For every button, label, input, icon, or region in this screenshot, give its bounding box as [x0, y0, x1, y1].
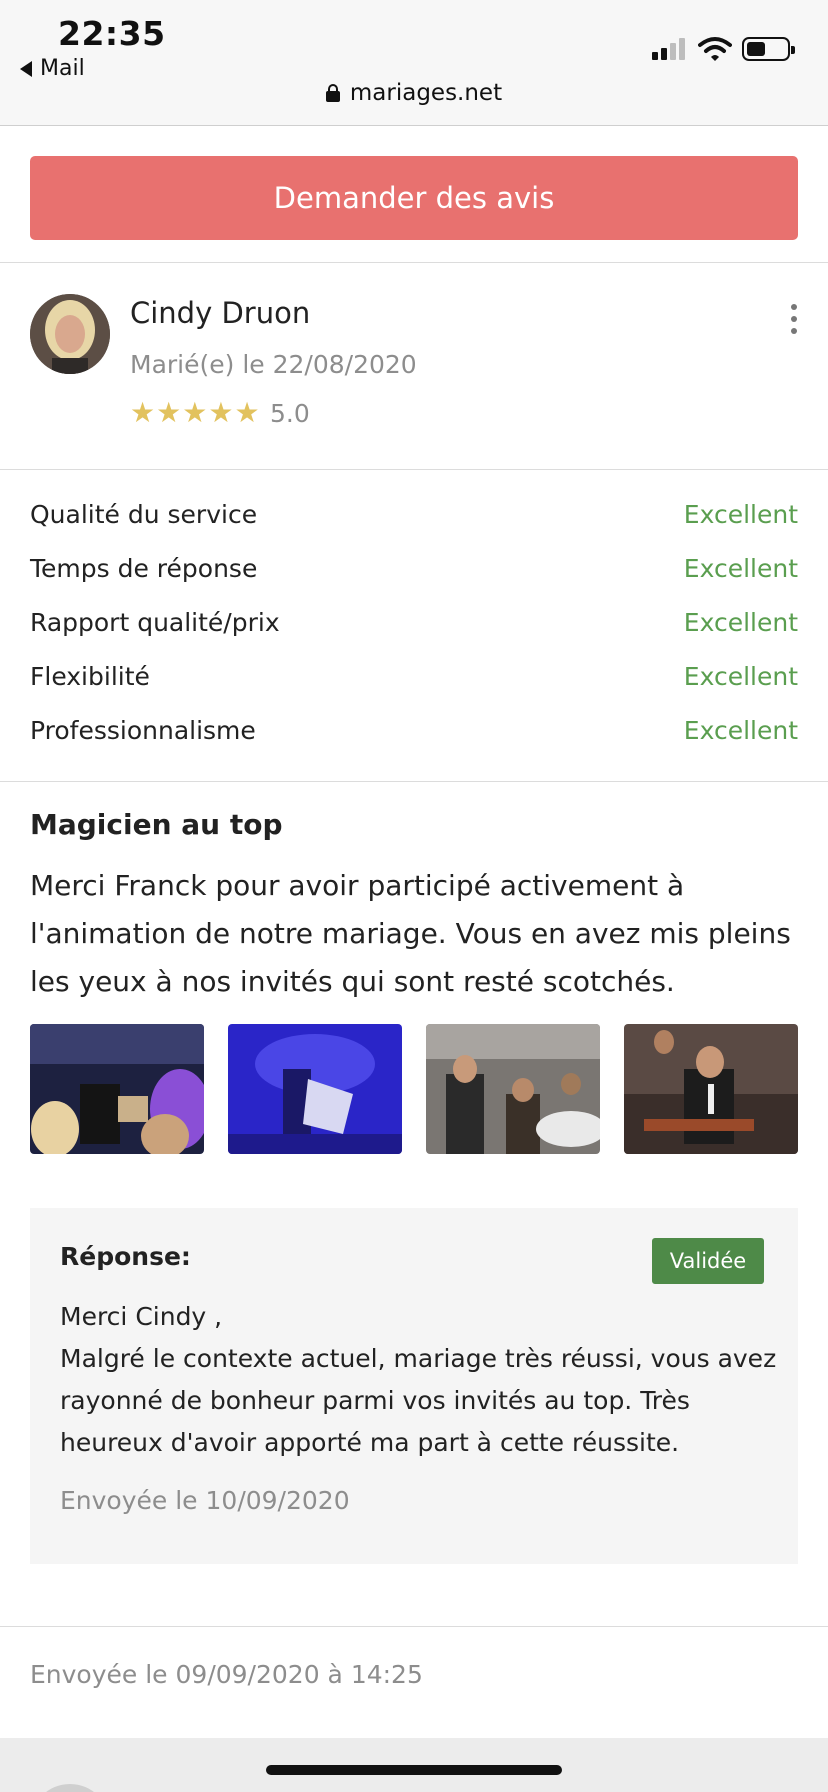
- criterion-grade: Excellent: [683, 662, 798, 691]
- review-photo-4[interactable]: [624, 1024, 798, 1154]
- home-indicator[interactable]: [266, 1765, 562, 1775]
- answer-sent-date: Envoyée le 10/09/2020: [60, 1486, 350, 1515]
- status-badge: Validée: [652, 1238, 764, 1284]
- rating-value: 5.0: [270, 399, 310, 428]
- address-bar[interactable]: mariages.net: [0, 80, 828, 106]
- criterion-row: Flexibilité Excellent: [30, 662, 798, 691]
- star-icon: ★: [156, 396, 182, 429]
- divider: [0, 781, 828, 782]
- criterion-grade: Excellent: [683, 608, 798, 637]
- lock-icon: [325, 84, 340, 102]
- answer-label: Réponse:: [60, 1242, 191, 1271]
- review-text: Merci Franck pour avoir participé active…: [30, 862, 800, 1006]
- criterion-label: Professionnalisme: [30, 716, 256, 745]
- criterion-grade: Excellent: [683, 554, 798, 583]
- review-text-line: l'animation de notre mariage. Vous en av…: [30, 917, 791, 950]
- more-options-icon[interactable]: [786, 304, 802, 334]
- request-reviews-button[interactable]: Demander des avis: [30, 156, 798, 240]
- review-title: Magicien au top: [30, 808, 283, 841]
- answer-text-line: Malgré le contexte actuel, mariage très …: [60, 1344, 777, 1373]
- review-photo-3[interactable]: [426, 1024, 600, 1154]
- battery-icon: [742, 37, 795, 61]
- url-text: mariages.net: [349, 80, 503, 106]
- criterion-row: Rapport qualité/prix Excellent: [30, 608, 798, 637]
- back-to-mail-link[interactable]: Mail: [20, 56, 85, 81]
- criterion-label: Qualité du service: [30, 500, 258, 529]
- divider: [0, 469, 828, 470]
- star-rating: ★ ★ ★ ★ ★: [130, 398, 260, 428]
- criterion-row: Temps de réponse Excellent: [30, 554, 798, 583]
- clock: 22:35: [58, 14, 166, 53]
- criterion-label: Temps de réponse: [30, 554, 258, 583]
- review-text-line: Merci Franck pour avoir participé active…: [30, 869, 685, 902]
- back-label: Mail: [40, 56, 85, 81]
- criterion-row: Professionnalisme Excellent: [30, 716, 798, 745]
- answer-text: Merci Cindy , Malgré le contexte actuel,…: [60, 1296, 777, 1464]
- star-icon: ★: [182, 396, 208, 429]
- reviewer-name: Cindy Druon: [130, 296, 311, 330]
- married-date: Marié(e) le 22/08/2020: [130, 350, 417, 379]
- divider: [0, 262, 828, 263]
- answer-text-line: heureux d'avoir apporté ma part à cette …: [60, 1428, 680, 1457]
- criterion-grade: Excellent: [683, 716, 798, 745]
- star-icon: ★: [130, 396, 156, 429]
- divider: [0, 1626, 828, 1627]
- criterion-label: Rapport qualité/prix: [30, 608, 280, 637]
- signal-icon: [652, 38, 685, 60]
- review-photo-1[interactable]: [30, 1024, 204, 1154]
- criterion-label: Flexibilité: [30, 662, 150, 691]
- answer-box: Réponse: Validée Merci Cindy , Malgré le…: [30, 1208, 798, 1564]
- review-sent-date: Envoyée le 09/09/2020 à 14:25: [30, 1660, 423, 1689]
- back-arrow-icon: [20, 60, 32, 77]
- answer-text-line: Merci Cindy ,: [60, 1302, 223, 1331]
- avatar: [30, 294, 110, 374]
- criterion-grade: Excellent: [683, 500, 798, 529]
- star-icon: ★: [208, 396, 234, 429]
- review-text-line: les yeux à nos invités qui sont resté sc…: [30, 965, 675, 998]
- answer-text-line: rayonné de bonheur parmi vos invités au …: [60, 1386, 690, 1415]
- criterion-row: Qualité du service Excellent: [30, 500, 798, 529]
- wifi-icon: [698, 37, 732, 61]
- status-bar: 22:35 Mail mariages.net: [0, 0, 828, 126]
- review-photo-2[interactable]: [228, 1024, 402, 1154]
- star-icon: ★: [234, 396, 260, 429]
